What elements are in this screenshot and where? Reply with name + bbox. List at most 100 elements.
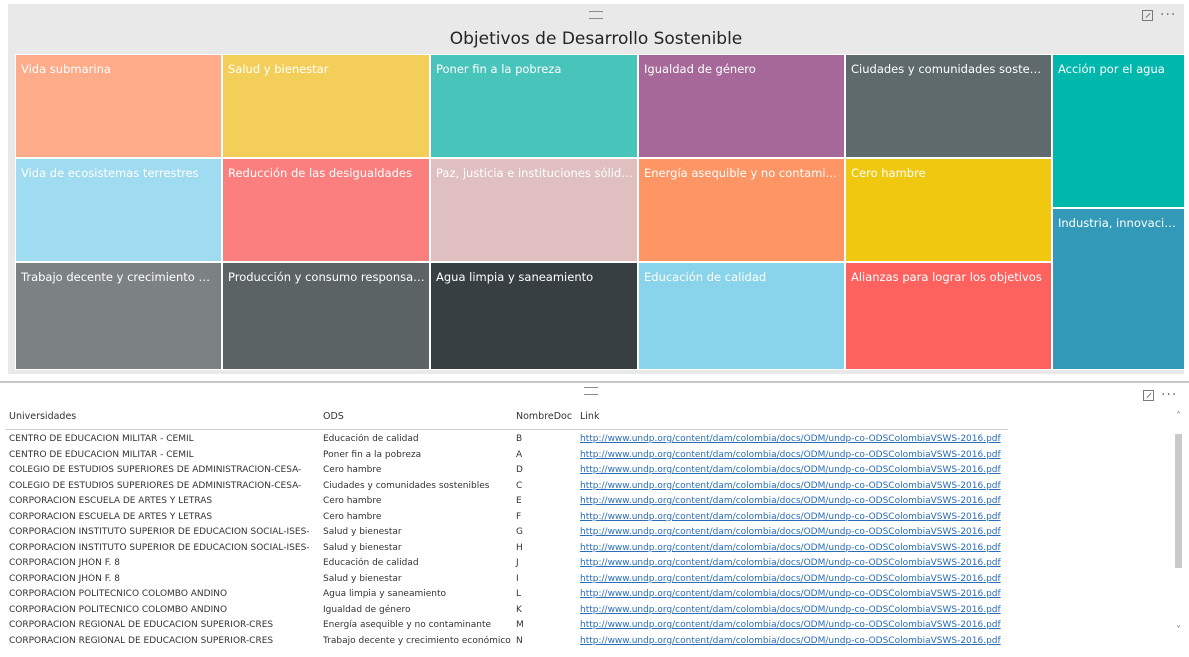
table-row[interactable]: CORPORACION REGIONAL DE EDUCACION SUPERI… xyxy=(0,634,1010,649)
column-header-nombredoc[interactable]: NombreDoc xyxy=(516,411,572,422)
treemap-tile[interactable]: Cero hambre xyxy=(845,158,1052,262)
more-options-icon[interactable]: ··· xyxy=(1160,8,1176,22)
cell-universidad: COLEGIO DE ESTUDIOS SUPERIORES DE ADMINI… xyxy=(9,480,302,491)
treemap-tile-label: Producción y consumo responsable xyxy=(228,270,425,284)
cell-link[interactable]: http://www.undp.org/content/dam/colombia… xyxy=(580,636,1001,646)
treemap-tile-label: Salud y bienestar xyxy=(228,62,329,76)
cell-link[interactable]: http://www.undp.org/content/dam/colombia… xyxy=(580,543,1001,553)
cell-nombredoc: G xyxy=(516,527,523,537)
table-row[interactable]: CORPORACION JHON F. 8 Salud y bienestar Ih… xyxy=(0,572,1010,587)
cell-universidad: CORPORACION INSTITUTO SUPERIOR DE EDUCAC… xyxy=(9,542,310,553)
cell-ods: Cero hambre xyxy=(323,511,382,522)
cell-link[interactable]: http://www.undp.org/content/dam/colombia… xyxy=(580,450,1001,460)
treemap-tile[interactable]: Igualdad de género xyxy=(638,54,845,158)
treemap-tile[interactable]: Agua limpia y saneamiento xyxy=(430,262,638,370)
cell-universidad: CORPORACION ESCUELA DE ARTES Y LETRAS xyxy=(9,511,213,522)
treemap-tile[interactable]: Vida submarina xyxy=(15,54,222,158)
treemap-tile-label: Cero hambre xyxy=(851,166,926,180)
treemap-tile-label: Industria, innovación e i... xyxy=(1058,216,1180,230)
focus-mode-icon[interactable] xyxy=(1142,10,1153,21)
cell-link[interactable]: http://www.undp.org/content/dam/colombia… xyxy=(580,527,1001,537)
table-row[interactable]: CENTRO DE EDUCACION MILITAR - CEMIL Poner… xyxy=(0,448,1010,463)
treemap-tile-label: Acción por el agua xyxy=(1058,62,1165,76)
treemap-tile-label: Educación de calidad xyxy=(644,270,767,284)
treemap-tile[interactable]: Salud y bienestar xyxy=(222,54,430,158)
cell-ods: Educación de calidad xyxy=(323,434,419,444)
section-divider xyxy=(0,381,1189,383)
drag-grip-icon[interactable] xyxy=(584,387,598,395)
cell-ods: Cero hambre xyxy=(323,465,382,475)
treemap-tile[interactable]: Paz, justicia e instituciones sólidas xyxy=(430,158,638,262)
table-row[interactable]: CORPORACION REGIONAL DE EDUCACION SUPERI… xyxy=(0,618,1010,633)
column-header-link[interactable]: Link xyxy=(580,411,599,422)
cell-universidad: CENTRO DE EDUCACION MILITAR - CEMIL xyxy=(9,449,194,460)
cell-link[interactable]: http://www.undp.org/content/dam/colombia… xyxy=(580,496,1001,506)
table-row[interactable]: CORPORACION JHON F. 8 Educación de calida… xyxy=(0,556,1010,571)
table-row[interactable]: CORPORACION POLITECNICO COLOMBO ANDINO Ig… xyxy=(0,603,1010,618)
treemap-tile-label: Paz, justicia e instituciones sólidas xyxy=(436,166,633,180)
column-header-ods[interactable]: ODS xyxy=(323,411,344,422)
cell-nombredoc: C xyxy=(516,480,523,491)
cell-ods: Agua limpia y saneamiento xyxy=(323,589,446,599)
treemap-tile[interactable]: Acción por el agua xyxy=(1052,54,1185,208)
cell-link[interactable]: http://www.undp.org/content/dam/colombia… xyxy=(580,558,1001,568)
cell-ods: Educación de calidad xyxy=(323,558,419,568)
cell-universidad: CORPORACION POLITECNICO COLOMBO ANDINO xyxy=(9,604,228,615)
cell-universidad: CORPORACION JHON F. 8 xyxy=(9,558,120,568)
cell-link[interactable]: http://www.undp.org/content/dam/colombia… xyxy=(580,605,1001,615)
treemap-tile[interactable]: Energía asequible y no contaminante xyxy=(638,158,845,262)
cell-link[interactable]: http://www.undp.org/content/dam/colombia… xyxy=(580,512,1001,522)
table-row[interactable]: COLEGIO DE ESTUDIOS SUPERIORES DE ADMINI… xyxy=(0,463,1010,478)
treemap-tile[interactable]: Poner fin a la pobreza xyxy=(430,54,638,158)
table-row[interactable]: CORPORACION ESCUELA DE ARTES Y LETRAS Cer… xyxy=(0,494,1010,509)
cell-universidad: CORPORACION JHON F. 8 xyxy=(9,573,120,584)
table-visual: ··· Universidades ODS NombreDoc Link CEN… xyxy=(0,384,1189,657)
cell-ods: Poner fin a la pobreza xyxy=(323,449,422,460)
cell-link[interactable]: http://www.undp.org/content/dam/colombia… xyxy=(580,465,1001,475)
cell-ods: Ciudades y comunidades sostenibles xyxy=(323,480,490,491)
cell-link[interactable]: http://www.undp.org/content/dam/colombia… xyxy=(580,481,1001,491)
cell-universidad: COLEGIO DE ESTUDIOS SUPERIORES DE ADMINI… xyxy=(9,465,302,475)
cell-ods: Salud y bienestar xyxy=(323,573,402,584)
more-options-icon[interactable]: ··· xyxy=(1161,388,1177,402)
treemap-tile[interactable]: Ciudades y comunidades sostenibles xyxy=(845,54,1052,158)
cell-universidad: CORPORACION INSTITUTO SUPERIOR DE EDUCAC… xyxy=(9,527,310,537)
cell-nombredoc: H xyxy=(516,542,523,553)
table-row[interactable]: CORPORACION ESCUELA DE ARTES Y LETRAS Cer… xyxy=(0,510,1010,525)
focus-mode-icon[interactable] xyxy=(1143,390,1154,401)
treemap-tile-label: Alianzas para lograr los objetivos xyxy=(851,270,1042,284)
cell-link[interactable]: http://www.undp.org/content/dam/colombia… xyxy=(580,589,1001,599)
chevron-down-icon[interactable]: ˅ xyxy=(1176,625,1181,636)
treemap-tile[interactable]: Producción y consumo responsable xyxy=(222,262,430,370)
table-row[interactable]: CORPORACION INSTITUTO SUPERIOR DE EDUCAC… xyxy=(0,525,1010,540)
treemap-visual[interactable]: ··· Objetivos de Desarrollo Sostenible V… xyxy=(8,4,1185,374)
drag-grip-icon[interactable] xyxy=(589,11,603,19)
cell-nombredoc: J xyxy=(516,558,519,568)
chevron-up-icon[interactable]: ˄ xyxy=(1176,411,1181,422)
treemap-tile-label: Energía asequible y no contaminante xyxy=(644,166,840,180)
table-row[interactable]: COLEGIO DE ESTUDIOS SUPERIORES DE ADMINI… xyxy=(0,479,1010,494)
treemap-tile[interactable]: Alianzas para lograr los objetivos xyxy=(845,262,1052,370)
cell-nombredoc: L xyxy=(516,589,522,599)
cell-link[interactable]: http://www.undp.org/content/dam/colombia… xyxy=(580,574,1001,584)
treemap-tile[interactable]: Reducción de las desigualdades xyxy=(222,158,430,262)
treemap-tile[interactable]: Educación de calidad xyxy=(638,262,845,370)
scrollbar-thumb[interactable] xyxy=(1175,434,1182,568)
cell-universidad: CORPORACION REGIONAL DE EDUCACION SUPERI… xyxy=(9,620,274,630)
cell-link[interactable]: http://www.undp.org/content/dam/colombia… xyxy=(580,620,1001,630)
cell-link[interactable]: http://www.undp.org/content/dam/colombia… xyxy=(580,434,1001,444)
treemap-tile[interactable]: Industria, innovación e i... xyxy=(1052,208,1185,370)
table-row[interactable]: CORPORACION INSTITUTO SUPERIOR DE EDUCAC… xyxy=(0,541,1010,556)
table-row[interactable]: CENTRO DE EDUCACION MILITAR - CEMIL Educa… xyxy=(0,432,1010,447)
treemap-tile-label: Vida submarina xyxy=(21,62,111,76)
treemap-tile[interactable]: Trabajo decente y crecimiento econó... xyxy=(15,262,222,370)
treemap-tile-label: Ciudades y comunidades sostenibles xyxy=(851,62,1047,76)
table-row[interactable]: CORPORACION POLITECNICO COLOMBO ANDINO Ag… xyxy=(0,587,1010,602)
header-divider xyxy=(5,429,1008,430)
treemap-tile[interactable]: Vida de ecosistemas terrestres xyxy=(15,158,222,262)
cell-ods: Energía asequible y no contaminante xyxy=(323,620,492,630)
cell-universidad: CORPORACION POLITECNICO COLOMBO ANDINO xyxy=(9,589,228,599)
cell-nombredoc: K xyxy=(516,604,522,615)
cell-ods: Salud y bienestar xyxy=(323,542,402,553)
column-header-universidades[interactable]: Universidades xyxy=(9,411,76,422)
